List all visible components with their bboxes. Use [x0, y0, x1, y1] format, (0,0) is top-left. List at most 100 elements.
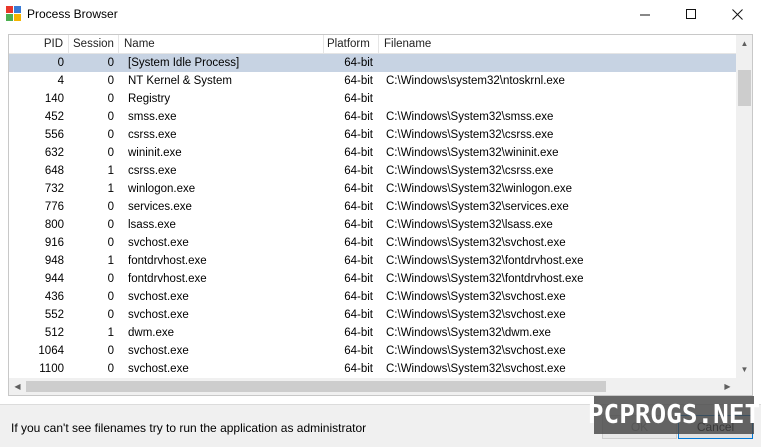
row-filename: C:\Windows\System32\svchost.exe — [386, 309, 566, 321]
row-filename: C:\Windows\System32\csrss.exe — [386, 129, 554, 141]
row-filename: C:\Windows\System32\services.exe — [386, 201, 569, 213]
table-row[interactable]: 452 0 smss.exe 64-bit C:\Windows\System32\sm… — [9, 108, 736, 126]
row-session: 0 — [107, 291, 114, 303]
table-row[interactable]: 436 0 svchost.exe 64-bit C:\Windows\System32… — [9, 288, 736, 306]
scroll-up-icon[interactable]: ▲ — [736, 35, 752, 52]
row-pid: 648 — [44, 165, 64, 177]
row-filename: C:\Windows\System32\fontdrvhost.exe — [386, 255, 584, 267]
row-pid: 800 — [44, 219, 64, 231]
row-filename: C:\Windows\system32\ntoskrnl.exe — [386, 75, 565, 87]
row-pid: 512 — [44, 327, 64, 339]
row-session: 0 — [107, 75, 114, 87]
table-row[interactable]: 800 0 lsass.exe 64-bit C:\Windows\System32\l… — [9, 216, 736, 234]
row-session: 0 — [107, 237, 114, 249]
row-platform: 64-bit — [344, 345, 373, 357]
table-row[interactable]: 140 0 Registry 64-bit — [9, 90, 736, 108]
table-row[interactable]: 916 0 svchost.exe 64-bit C:\Windows\System32… — [9, 234, 736, 252]
scroll-left-icon[interactable]: ◀ — [9, 378, 26, 395]
row-name: fontdrvhost.exe — [128, 273, 207, 285]
row-platform: 64-bit — [344, 111, 373, 123]
row-pid: 552 — [44, 309, 64, 321]
row-name: Registry — [128, 93, 171, 105]
row-filename: C:\Windows\System32\winlogon.exe — [386, 183, 572, 195]
row-name: svchost.exe — [128, 363, 189, 375]
title-bar: Process Browser — [0, 0, 761, 28]
table-row[interactable]: 632 0 wininit.exe 64-bit C:\Windows\System32… — [9, 144, 736, 162]
table-row[interactable]: 732 1 winlogon.exe 64-bit C:\Windows\System3… — [9, 180, 736, 198]
row-platform: 64-bit — [344, 129, 373, 141]
row-name: lsass.exe — [128, 219, 176, 231]
row-platform: 64-bit — [344, 255, 373, 267]
close-icon — [731, 8, 743, 20]
table-row[interactable]: 1100 0 svchost.exe 64-bit C:\Windows\System3… — [9, 360, 736, 378]
row-name: svchost.exe — [128, 291, 189, 303]
row-session: 0 — [107, 129, 114, 141]
column-header-platform[interactable]: Platform — [324, 35, 379, 54]
minimize-button[interactable] — [622, 0, 668, 28]
table-row[interactable]: 776 0 services.exe 64-bit C:\Windows\System3… — [9, 198, 736, 216]
scroll-right-icon[interactable]: ▶ — [719, 378, 736, 395]
process-list[interactable]: PID Session Name Platform Filename 0 0 [Sy… — [8, 34, 753, 396]
admin-hint: If you can't see filenames try to run th… — [11, 421, 367, 435]
row-filename: C:\Windows\System32\lsass.exe — [386, 219, 553, 231]
vertical-scroll-thumb[interactable] — [738, 70, 751, 106]
row-filename: C:\Windows\System32\smss.exe — [386, 111, 554, 123]
row-platform: 64-bit — [344, 183, 373, 195]
table-row[interactable]: 944 0 fontdrvhost.exe 64-bit C:\Windows\Syst… — [9, 270, 736, 288]
row-session: 0 — [107, 147, 114, 159]
vertical-scrollbar[interactable]: ▲ ▼ — [736, 35, 752, 378]
table-row[interactable]: 0 0 [System Idle Process] 64-bit — [9, 54, 736, 72]
table-row[interactable]: 512 1 dwm.exe 64-bit C:\Windows\System32\dwm… — [9, 324, 736, 342]
row-platform: 64-bit — [344, 273, 373, 285]
row-session: 0 — [107, 309, 114, 321]
row-platform: 64-bit — [344, 57, 373, 69]
table-row[interactable]: 556 0 csrss.exe 64-bit C:\Windows\System32\c… — [9, 126, 736, 144]
table-row[interactable]: 4 0 NT Kernel & System 64-bit C:\Windows\sys… — [9, 72, 736, 90]
row-pid: 944 — [44, 273, 64, 285]
row-session: 0 — [107, 345, 114, 357]
table-row[interactable]: 648 1 csrss.exe 64-bit C:\Windows\System32\c… — [9, 162, 736, 180]
row-pid: 1100 — [39, 363, 64, 375]
app-icon — [6, 6, 21, 21]
column-header-filename[interactable]: Filename — [379, 35, 736, 54]
table-row[interactable]: 1064 0 svchost.exe 64-bit C:\Windows\System3… — [9, 342, 736, 360]
row-pid: 4 — [57, 75, 64, 87]
scrollbar-corner — [736, 378, 752, 395]
row-pid: 916 — [44, 237, 64, 249]
scroll-down-icon[interactable]: ▼ — [736, 361, 752, 378]
horizontal-scroll-thumb[interactable] — [26, 381, 606, 392]
row-pid: 776 — [44, 201, 64, 213]
column-header-session[interactable]: Session — [69, 35, 119, 54]
column-header-pid[interactable]: PID — [9, 35, 69, 54]
row-platform: 64-bit — [344, 75, 373, 87]
maximize-button[interactable] — [668, 0, 714, 28]
watermark: PCPROGS.NET — [588, 396, 760, 434]
row-name: dwm.exe — [128, 327, 175, 339]
row-name: csrss.exe — [128, 165, 177, 177]
row-platform: 64-bit — [344, 237, 373, 249]
row-name: svchost.exe — [128, 309, 189, 321]
row-session: 0 — [107, 363, 114, 375]
close-button[interactable] — [714, 0, 760, 28]
row-pid: 0 — [57, 57, 64, 69]
row-pid: 556 — [44, 129, 64, 141]
row-filename: C:\Windows\System32\fontdrvhost.exe — [386, 273, 584, 285]
table-row[interactable]: 948 1 fontdrvhost.exe 64-bit C:\Windows\Syst… — [9, 252, 736, 270]
row-pid: 452 — [44, 111, 64, 123]
row-filename: C:\Windows\System32\dwm.exe — [386, 327, 551, 339]
minimize-icon — [639, 14, 650, 15]
row-name: NT Kernel & System — [128, 75, 232, 87]
horizontal-scrollbar[interactable]: ◀ ▶ — [9, 378, 736, 395]
row-filename: C:\Windows\System32\svchost.exe — [386, 363, 566, 375]
window-title: Process Browser — [27, 7, 118, 21]
maximize-icon — [685, 8, 696, 19]
table-row[interactable]: 552 0 svchost.exe 64-bit C:\Windows\System32… — [9, 306, 736, 324]
row-name: fontdrvhost.exe — [128, 255, 207, 267]
row-platform: 64-bit — [344, 219, 373, 231]
row-platform: 64-bit — [344, 291, 373, 303]
column-header-name[interactable]: Name — [119, 35, 324, 54]
row-session: 0 — [107, 111, 114, 123]
row-filename: C:\Windows\System32\svchost.exe — [386, 237, 566, 249]
row-session: 0 — [107, 93, 114, 105]
row-name: services.exe — [128, 201, 192, 213]
